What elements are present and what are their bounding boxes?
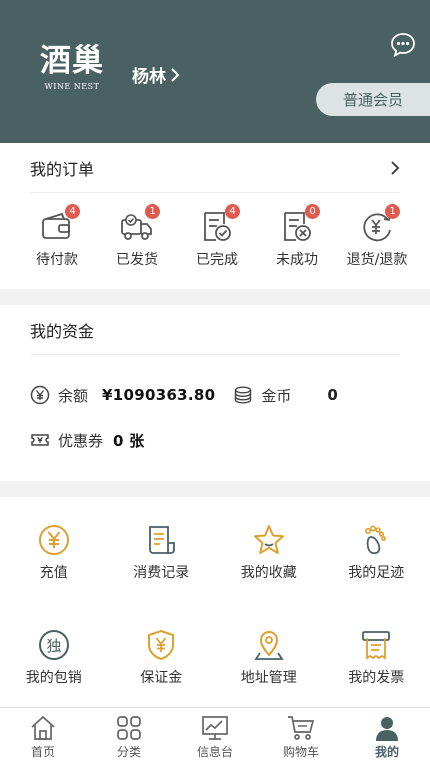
user-icon bbox=[376, 717, 398, 741]
funds-title: 我的资金 bbox=[30, 321, 95, 341]
tools-section: 充值 消费记录 我的收藏 我的足迹 独 我的包销 保证金 地址管理 我的发票 bbox=[0, 497, 430, 707]
tab-cart[interactable]: 购物车 bbox=[258, 708, 344, 765]
tab-home[interactable]: 首页 bbox=[0, 708, 86, 765]
order-label: 未成功 bbox=[276, 252, 318, 268]
order-completed[interactable]: 4 已完成 bbox=[178, 204, 256, 269]
member-level-badge[interactable]: 普通会员 bbox=[316, 83, 430, 116]
orders-header[interactable]: 我的订单 bbox=[30, 143, 400, 193]
tab-info-board[interactable]: 信息台 bbox=[172, 708, 258, 765]
bottom-tab-bar: 首页 分类 信息台 购物车 我的 bbox=[0, 707, 430, 765]
coupon-icon bbox=[31, 434, 49, 446]
tool-deposit[interactable]: 保证金 bbox=[108, 602, 216, 707]
logo-cn-text: 酒巢 bbox=[40, 43, 104, 79]
order-badge: 1 bbox=[385, 204, 400, 219]
tool-label: 我的发票 bbox=[348, 670, 405, 686]
tool-label: 充值 bbox=[39, 565, 68, 581]
order-label: 已完成 bbox=[196, 252, 238, 268]
tool-invoice[interactable]: 我的发票 bbox=[323, 602, 430, 707]
invoice-icon bbox=[362, 631, 391, 660]
tool-recharge[interactable]: 充值 bbox=[0, 497, 108, 602]
order-badge: 0 bbox=[305, 204, 320, 219]
recharge-icon bbox=[38, 525, 69, 555]
tool-label: 地址管理 bbox=[240, 670, 297, 686]
username-text: 杨林 bbox=[132, 67, 166, 87]
exclusive-icon: 独 bbox=[38, 630, 69, 660]
chevron-right-icon bbox=[391, 160, 400, 175]
logo-en-text: WINE NEST bbox=[44, 82, 100, 91]
tab-label: 分类 bbox=[116, 745, 141, 759]
tab-category[interactable]: 分类 bbox=[86, 708, 172, 765]
coins-label: 金币 bbox=[261, 386, 292, 405]
order-badge: 4 bbox=[225, 204, 240, 219]
username-link[interactable]: 杨林 bbox=[132, 62, 180, 87]
balance-value: ¥1090363.80 bbox=[102, 386, 216, 404]
order-failed[interactable]: 0 未成功 bbox=[258, 204, 336, 269]
order-badge: 4 bbox=[65, 204, 80, 219]
tool-label: 我的包销 bbox=[25, 670, 82, 686]
coins-icon bbox=[235, 386, 252, 404]
order-shipped[interactable]: 1 已发货 bbox=[98, 204, 176, 269]
coins-group[interactable]: 金币 0 bbox=[233, 385, 338, 406]
coins-value: 0 bbox=[327, 386, 338, 404]
tool-label: 保证金 bbox=[140, 670, 183, 686]
funds-header: 我的资金 bbox=[30, 305, 400, 355]
tab-label: 我的 bbox=[374, 745, 399, 759]
order-badge: 1 bbox=[145, 204, 160, 219]
category-icon bbox=[117, 716, 141, 740]
tool-favorites[interactable]: 我的收藏 bbox=[215, 497, 323, 602]
shield-yen-icon bbox=[148, 629, 175, 661]
message-icon[interactable] bbox=[390, 32, 416, 58]
tool-footprint[interactable]: 我的足迹 bbox=[323, 497, 430, 602]
profile-header: 酒巢 WINE NEST 杨林 普通会员 bbox=[0, 0, 430, 143]
order-label: 待付款 bbox=[36, 252, 78, 268]
yen-circle-icon bbox=[30, 385, 50, 405]
tool-label: 我的收藏 bbox=[240, 565, 297, 581]
chart-board-icon bbox=[202, 716, 228, 740]
location-icon bbox=[254, 631, 284, 660]
svg-text:独: 独 bbox=[46, 637, 61, 655]
coupon-label: 优惠券 bbox=[58, 431, 104, 450]
brand-logo: 酒巢 WINE NEST bbox=[36, 44, 108, 91]
order-pending-payment[interactable]: 4 待付款 bbox=[18, 204, 96, 269]
funds-section: 我的资金 余额 ¥1090363.80 金币 0 优惠券 0 张 bbox=[0, 305, 430, 481]
coupon-value: 0 张 bbox=[113, 431, 145, 450]
order-label: 已发货 bbox=[116, 252, 158, 268]
star-icon bbox=[253, 525, 284, 554]
tool-consumption-records[interactable]: 消费记录 bbox=[108, 497, 216, 602]
home-icon bbox=[31, 715, 55, 740]
order-label: 退货/退款 bbox=[346, 252, 408, 268]
tab-mine[interactable]: 我的 bbox=[344, 708, 430, 765]
orders-title: 我的订单 bbox=[30, 159, 95, 179]
tool-address[interactable]: 地址管理 bbox=[215, 602, 323, 707]
orders-section: 我的订单 4 待付款 1 已发货 4 已完成 0 未成功 1 退货/退款 bbox=[0, 143, 430, 289]
tab-label: 信息台 bbox=[196, 745, 233, 759]
cart-icon bbox=[288, 716, 315, 740]
tab-label: 首页 bbox=[30, 745, 55, 759]
tool-exclusive-sales[interactable]: 独 我的包销 bbox=[0, 602, 108, 707]
receipt-icon bbox=[149, 526, 176, 554]
footprint-icon bbox=[365, 525, 387, 555]
coupon-row[interactable]: 优惠券 0 张 bbox=[30, 429, 430, 451]
tool-label: 消费记录 bbox=[133, 565, 190, 581]
balance-label: 余额 bbox=[58, 386, 89, 405]
chevron-right-icon bbox=[171, 67, 180, 82]
order-refund[interactable]: 1 退货/退款 bbox=[338, 204, 416, 269]
tab-label: 购物车 bbox=[282, 745, 319, 759]
tool-label: 我的足迹 bbox=[348, 565, 405, 581]
